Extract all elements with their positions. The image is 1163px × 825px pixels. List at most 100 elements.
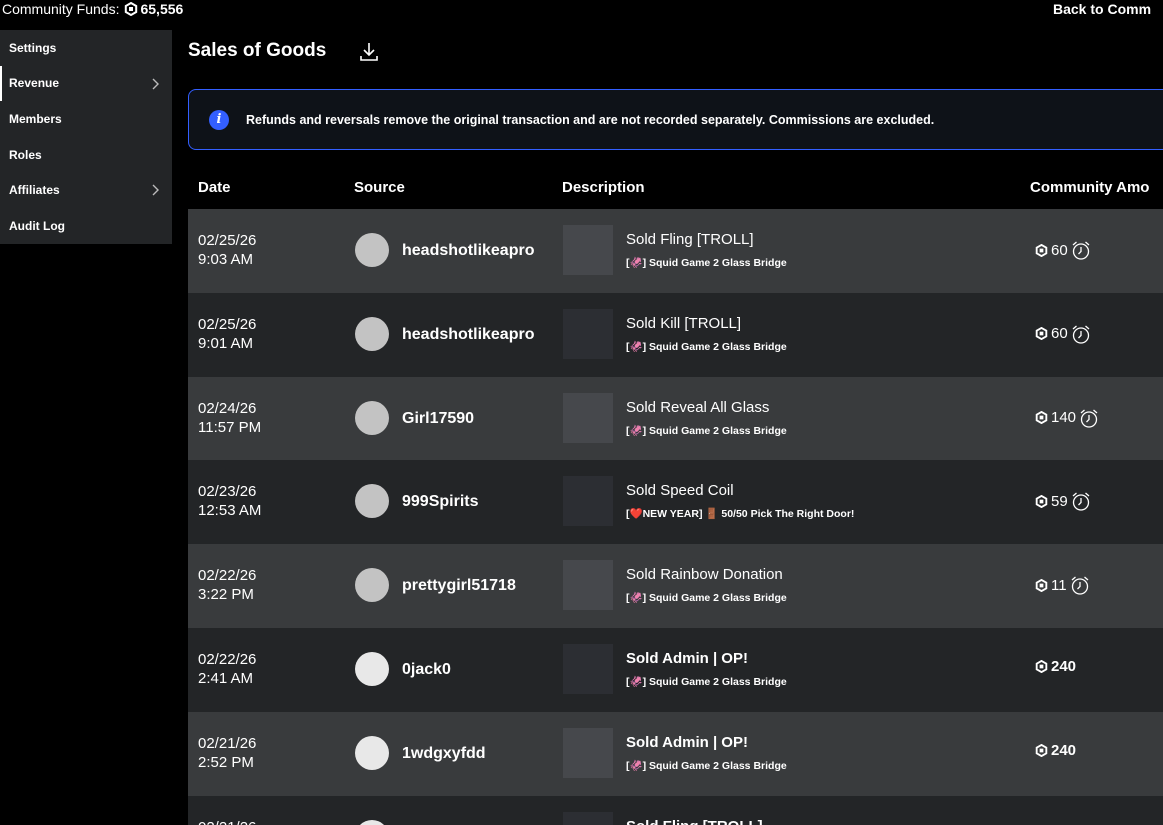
description-title: Sold Admin | OP! [626,649,748,667]
amount-value: 240 [1051,741,1077,759]
source-username-link[interactable]: headshotlikeapro [402,242,534,260]
sidebar-item-audit-log[interactable]: Audit Log [0,208,172,244]
description-title: Sold Admin | OP! [626,733,748,751]
row-date-time: 11:57 PM [198,418,262,436]
source-username-link[interactable]: 1wdgxyfdd [402,745,486,763]
avatar[interactable] [355,484,389,519]
row-date-time: 9:01 AM [198,334,254,352]
row-date: 02/21/26 2:52 PM [198,734,256,772]
row-date: 02/25/26 9:01 AM [198,315,256,353]
sales-table: Date Source Description Community Amo 02… [188,173,1163,825]
amount-value: 60 [1051,325,1068,343]
table-row: 02/21/26 2:52 PM 1wdgxyfdd Sold Admin | OP!… [188,711,1163,796]
amount-value: 60 [1051,241,1068,259]
description-title: Sold Fling [TROLL] [626,231,754,248]
download-icon[interactable] [359,41,379,63]
robux-icon [1035,411,1048,425]
description-experience: [🦑] Squid Game 2 Glass Bridge [626,759,787,772]
row-date-day: 02/25/26 [198,232,257,249]
pending-clock-icon [1072,492,1090,512]
table-header: Date Source Description Community Amo [188,173,1163,209]
item-thumbnail [563,225,613,275]
row-date-time: 2:52 PM [198,753,254,771]
sidebar-item-members[interactable]: Members [0,101,172,137]
amount-value: 140 [1051,409,1077,427]
source-username-link[interactable]: 999Spirits [402,493,478,511]
description-title: Sold Reveal All Glass [626,398,770,416]
community-funds: Community Funds: 65,556 [2,1,183,17]
avatar[interactable] [355,316,389,351]
avatar[interactable] [355,233,389,267]
community-amount: 240 [1035,742,1076,759]
item-thumbnail [563,643,613,694]
avatar[interactable] [355,651,389,686]
chevron-right-icon [152,78,159,90]
row-date-day: 02/22/26 [198,650,257,668]
avatar[interactable] [355,568,389,603]
table-row: 02/22/26 2:41 AM 0jack0 Sold Admin | OP! [🦑]… [188,627,1163,712]
description-experience: [🦑] Squid Game 2 Glass Bridge [626,340,787,353]
sidebar-item-affiliates[interactable]: Affiliates [0,172,172,208]
source-username-link[interactable]: headshotlikeapro [402,326,534,344]
sidebar-item-roles[interactable]: Roles [0,137,172,173]
row-date-day: 02/23/26 [198,483,257,501]
description-experience: [🦑] Squid Game 2 Glass Bridge [626,592,787,605]
table-row: 02/23/26 12:53 AM 999Spirits Sold Speed Coi… [188,460,1163,545]
row-date-day: 02/24/26 [198,399,257,417]
avatar[interactable] [355,819,389,825]
robux-icon [1035,578,1048,592]
sidebar-item-label: Roles [9,147,42,162]
community-amount: 11 [1035,574,1091,596]
column-header-source: Source [354,179,405,196]
info-notice: i Refunds and reversals remove the origi… [188,89,1163,150]
amount-value: 11 [1051,576,1067,594]
row-date-day: 02/25/26 [198,315,257,333]
funds-label: Community Funds: [2,1,120,17]
row-date-day: 02/21/26 [198,818,256,825]
description-title: Sold Kill [TROLL] [626,314,742,332]
pending-clock-icon [1080,409,1098,428]
sidebar-item-label: Settings [9,40,57,55]
sidebar-item-revenue[interactable]: Revenue [0,65,172,102]
info-icon: i [209,109,229,130]
robux-icon [1035,327,1048,341]
row-date-time: 12:53 AM [198,502,262,520]
table-row: 02/22/26 3:22 PM prettygirl51718 Sold Rainb… [188,544,1163,628]
row-date: 02/22/26 2:41 AM [198,650,256,688]
row-date-time: 9:03 AM [198,251,254,268]
avatar[interactable] [355,735,389,770]
sidebar: Settings Revenue Members Roles Affiliate… [0,30,172,244]
sidebar-item-settings[interactable]: Settings [0,30,172,66]
table-row: 02/24/26 11:57 PM Girl17590 Sold Reveal All… [188,376,1163,461]
community-amount: 60 [1035,239,1092,261]
column-header-description: Description [562,179,645,196]
source-username-link[interactable]: prettygirl51718 [402,577,516,595]
description-experience: [🦑] Squid Game 2 Glass Bridge [626,424,787,437]
notice-text: Refunds and reversals remove the origina… [246,112,935,127]
source-username-link[interactable]: 0jack0 [402,661,451,679]
robux-icon [1035,243,1048,257]
sidebar-item-label: Members [9,111,62,126]
item-thumbnail [563,811,613,825]
robux-icon [1035,743,1048,757]
sidebar-item-label: Audit Log [9,218,65,233]
robux-icon [1035,659,1048,673]
community-amount: 60 [1035,323,1092,345]
top-bar: Community Funds: 65,556 Back to Comm [0,0,1163,20]
avatar[interactable] [355,400,389,435]
source-username-link[interactable]: Girl17590 [402,410,474,428]
sidebar-item-label: Revenue [9,76,60,91]
row-date: 02/25/26 9:03 AM [198,231,256,269]
amount-value: 240 [1051,657,1077,675]
item-thumbnail [563,476,613,527]
pending-clock-icon [1071,576,1089,595]
robux-icon [125,2,138,16]
item-thumbnail [563,392,613,443]
row-date-day: 02/22/26 [198,567,257,585]
description-title: Sold Fling [TROLL] [626,818,763,825]
sidebar-item-label: Affiliates [9,183,60,198]
robux-icon [1035,494,1048,508]
table-row: 02/21/26 Sold Fling [TROLL] [188,795,1163,825]
row-date: 02/24/26 11:57 PM [198,399,261,437]
back-to-community-link[interactable]: Back to Comm [1053,1,1151,17]
